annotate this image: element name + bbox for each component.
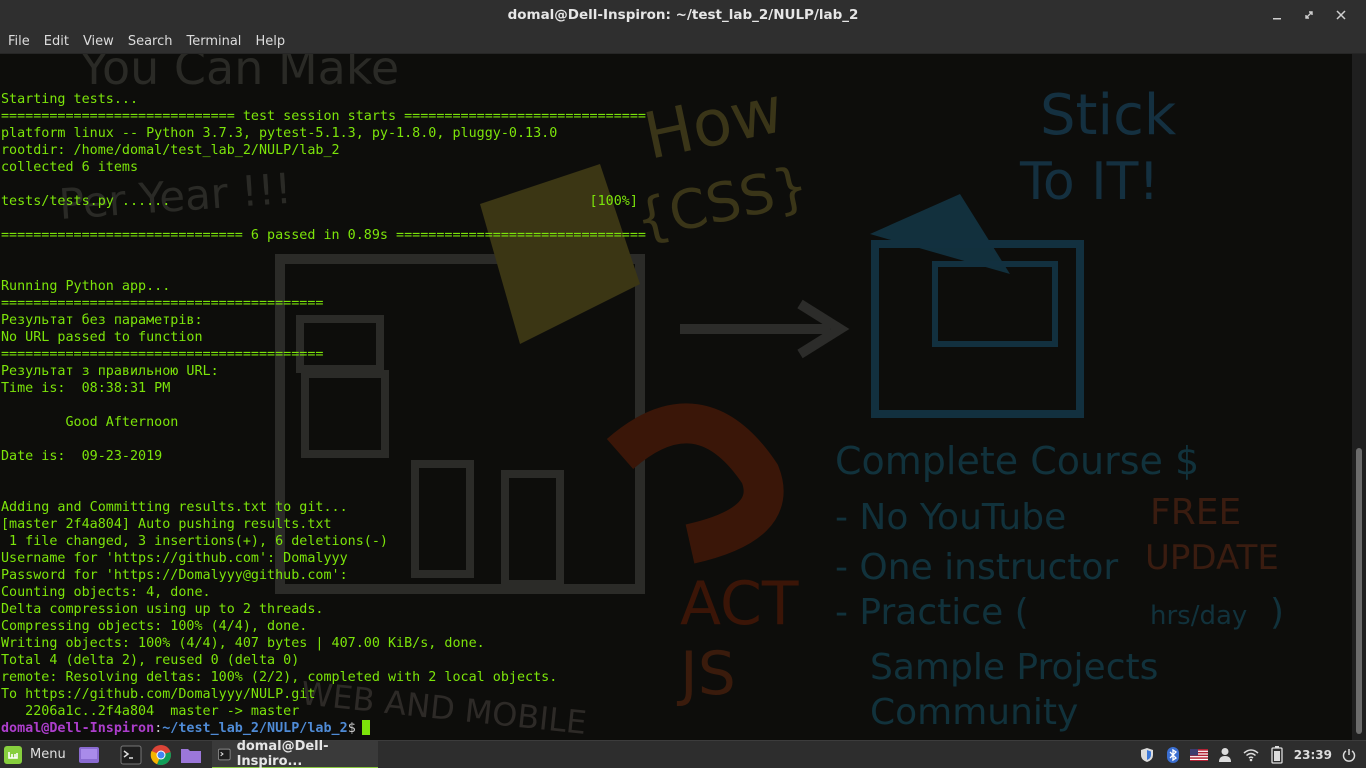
terminal-line: No URL passed to function [1,330,203,345]
menu-view[interactable]: View [77,30,120,54]
terminal-line: Good Afternoon [1,415,179,430]
terminal-line: Running Python app... [1,279,171,294]
restore-icon [1305,11,1313,19]
terminal-line: ======================================== [1,347,324,362]
terminal-line: Результат з правильною URL: [1,364,219,379]
mint-logo-icon [4,745,22,764]
menu-terminal[interactable]: Terminal [180,30,247,54]
start-menu-button[interactable]: Menu [0,741,74,768]
menu-edit[interactable]: Edit [38,30,75,54]
terminal-line: Результат без параметрів: [1,313,203,328]
chrome-icon [150,744,171,765]
taskbar-window-label: domal@Dell-Inspiro... [236,739,329,768]
terminal-line: 1 file changed, 3 insertions(+), 6 delet… [1,534,388,549]
terminal-line: Time is: 08:38:31 PM [1,381,171,396]
chrome-launcher[interactable] [148,742,174,768]
terminal-scrollbar[interactable] [1352,54,1366,740]
us-flag-icon[interactable] [1189,746,1208,764]
minimize-button[interactable] [1266,4,1288,26]
terminal-line: remote: Resolving deltas: 100% (2/2), co… [1,670,558,685]
power-icon[interactable] [1340,746,1358,764]
window-titlebar[interactable]: domal@Dell-Inspiron: ~/test_lab_2/NULP/l… [0,0,1366,30]
restore-button[interactable] [1298,4,1320,26]
terminal-line: Delta compression using up to 2 threads. [1,602,324,617]
show-desktop-icon [78,746,99,763]
terminal-line: Date is: 09-23-2019 [1,449,163,464]
menu-file[interactable]: File [2,30,36,54]
scrollbar-thumb[interactable] [1356,448,1362,734]
terminal-window-icon [218,748,231,760]
terminal-line: To https://github.com/Domalyyy/NULP.git [1,687,316,702]
terminal-line: Writing objects: 100% (4/4), 407 bytes |… [1,636,485,651]
terminal-area[interactable]: You Can Make Per Year !!! How {CSS} Stic… [0,54,1366,740]
terminal-line: platform linux -- Python 3.7.3, pytest-5… [1,126,558,141]
folder-icon [180,748,201,763]
window-controls [1266,0,1352,30]
terminal-line: ======================================== [1,296,324,311]
terminal-line: Starting tests... [1,92,139,107]
system-tray: 23:39 [1138,741,1358,768]
start-menu-label: Menu [30,747,66,762]
terminal-line: [master 2f4a804] Auto pushing results.tx… [1,517,332,532]
minimize-icon [1273,18,1281,20]
bottom-panel: Menu domal@Dell-Inspiro... 23:39 [0,739,1366,768]
terminal-output[interactable]: Starting tests... =======================… [1,91,1351,737]
prompt-path: ~/test_lab_2/NULP/lab_2 [162,721,348,736]
battery-icon[interactable] [1268,746,1286,764]
user-icon[interactable] [1216,746,1234,764]
terminal-line: Adding and Committing results.txt to git… [1,500,348,515]
terminal-line: ============================== 6 passed … [1,228,646,243]
terminal-line: tests/tests.py ...... [100%] [1,194,638,209]
terminal-icon [120,745,142,764]
close-button[interactable] [1330,4,1352,26]
window-title: domal@Dell-Inspiron: ~/test_lab_2/NULP/l… [507,7,859,23]
wifi-icon[interactable] [1242,746,1260,764]
prompt-user: domal@Dell-Inspiron [1,721,155,736]
text-cursor [361,720,370,735]
bluetooth-icon[interactable] [1164,746,1182,764]
clock[interactable]: 23:39 [1294,748,1332,762]
menu-bar: File Edit View Search Terminal Help [0,30,1366,54]
terminal-line: Total 4 (delta 2), reused 0 (delta 0) [1,653,300,668]
wallpaper-text-make: You Can Make [79,54,399,95]
terminal-line: Compressing objects: 100% (4/4), done. [1,619,308,634]
menu-search[interactable]: Search [122,30,179,54]
taskbar-terminal-window[interactable]: domal@Dell-Inspiro... [212,739,378,768]
shield-icon[interactable] [1138,746,1156,764]
close-icon [1336,10,1346,20]
prompt-symbol: $ [347,721,356,736]
terminal-line: collected 6 items [1,160,139,175]
terminal-line: Username for 'https://github.com': Domal… [1,551,348,566]
terminal-line: Password for 'https://Domalyyy@github.co… [1,568,348,583]
terminal-prompt-line[interactable]: domal@Dell-Inspiron:~/test_lab_2/NULP/la… [1,720,1351,737]
terminal-line: rootdir: /home/domal/test_lab_2/NULP/lab… [1,143,340,158]
files-launcher[interactable] [178,742,204,768]
menu-help[interactable]: Help [249,30,291,54]
terminal-line: 2206a1c..2f4a804 master -> master [1,704,300,719]
terminal-line: Counting objects: 4, done. [1,585,211,600]
terminal-line: ============================= test sessi… [1,109,646,124]
terminal-launcher[interactable] [118,742,144,768]
show-desktop-button[interactable] [76,742,102,768]
